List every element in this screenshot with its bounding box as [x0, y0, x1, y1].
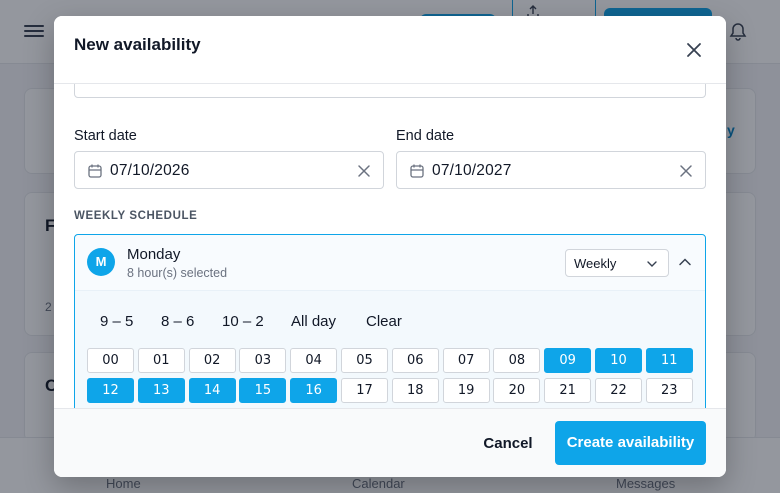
clear-icon[interactable]: [679, 164, 693, 178]
hour-toggle-18[interactable]: 18: [391, 378, 439, 403]
hour-toggle-03[interactable]: 03: [239, 348, 287, 373]
dialog-title: New availability: [74, 35, 201, 54]
start-date-field[interactable]: 07/10/2026: [74, 151, 384, 189]
hour-toggle-09[interactable]: 09: [544, 348, 592, 373]
end-date-field[interactable]: 07/10/2027: [396, 151, 706, 189]
dialog-footer: Cancel Create availability: [54, 408, 726, 477]
start-date-label: Start date: [74, 128, 137, 144]
hour-toggle-15[interactable]: 15: [239, 378, 287, 403]
start-date-value: 07/10/2026: [110, 162, 190, 179]
hour-toggle-21[interactable]: 21: [544, 378, 592, 403]
day-name: Monday: [127, 246, 181, 263]
hour-toggle-08[interactable]: 08: [493, 348, 541, 373]
preset-all-day[interactable]: All day: [291, 313, 336, 330]
preset-10-2[interactable]: 10 – 2: [222, 313, 264, 330]
cancel-button[interactable]: Cancel: [470, 426, 546, 462]
hour-toggle-16[interactable]: 16: [290, 378, 338, 403]
hour-toggle-04[interactable]: 04: [290, 348, 338, 373]
dialog-header: New availability: [54, 16, 726, 84]
hour-toggle-23[interactable]: 23: [645, 378, 693, 403]
hour-toggle-20[interactable]: 20: [493, 378, 541, 403]
day-avatar: M: [87, 248, 115, 276]
scrolled-field[interactable]: [74, 84, 706, 98]
end-date-value: 07/10/2027: [432, 162, 512, 179]
hour-toggle-11[interactable]: 11: [645, 348, 693, 373]
hour-toggle-02[interactable]: 02: [188, 348, 236, 373]
calendar-icon: [88, 164, 102, 178]
close-icon[interactable]: [684, 40, 704, 60]
hour-toggle-01[interactable]: 01: [137, 348, 185, 373]
hour-toggle-22[interactable]: 22: [595, 378, 642, 403]
calendar-icon: [410, 164, 424, 178]
new-availability-dialog: New availability Start date 07/10/2026 E…: [54, 16, 726, 477]
hour-toggle-10[interactable]: 10: [595, 348, 642, 373]
frequency-value: Weekly: [574, 256, 617, 271]
hour-toggle-14[interactable]: 14: [188, 378, 236, 403]
hour-toggle-19[interactable]: 19: [442, 378, 490, 403]
weekly-schedule-label: WEEKLY SCHEDULE: [74, 210, 198, 222]
preset-clear[interactable]: Clear: [366, 313, 402, 330]
day-hours-summary: 8 hour(s) selected: [127, 266, 228, 280]
hour-toggle-05[interactable]: 05: [341, 348, 388, 373]
hour-toggle-06[interactable]: 06: [391, 348, 439, 373]
preset-9-5[interactable]: 9 – 5: [100, 313, 133, 330]
day-header[interactable]: M Monday 8 hour(s) selected Weekly: [75, 235, 705, 291]
end-date-label: End date: [396, 128, 455, 144]
hour-toggle-07[interactable]: 07: [442, 348, 490, 373]
chevron-down-icon: [647, 261, 657, 267]
hour-toggle-13[interactable]: 13: [137, 378, 185, 403]
chevron-up-icon[interactable]: [678, 255, 692, 269]
hour-toggle-00[interactable]: 00: [87, 348, 134, 373]
hour-toggle-17[interactable]: 17: [341, 378, 388, 403]
create-availability-button[interactable]: Create availability: [555, 421, 706, 465]
day-schedule-panel: M Monday 8 hour(s) selected Weekly 9 – 5…: [74, 234, 706, 408]
hour-toggle-12[interactable]: 12: [87, 378, 134, 403]
dialog-body: Start date 07/10/2026 End date 07/10/202…: [54, 84, 726, 408]
frequency-select[interactable]: Weekly: [565, 249, 669, 277]
preset-8-6[interactable]: 8 – 6: [161, 313, 194, 330]
clear-icon[interactable]: [357, 164, 371, 178]
